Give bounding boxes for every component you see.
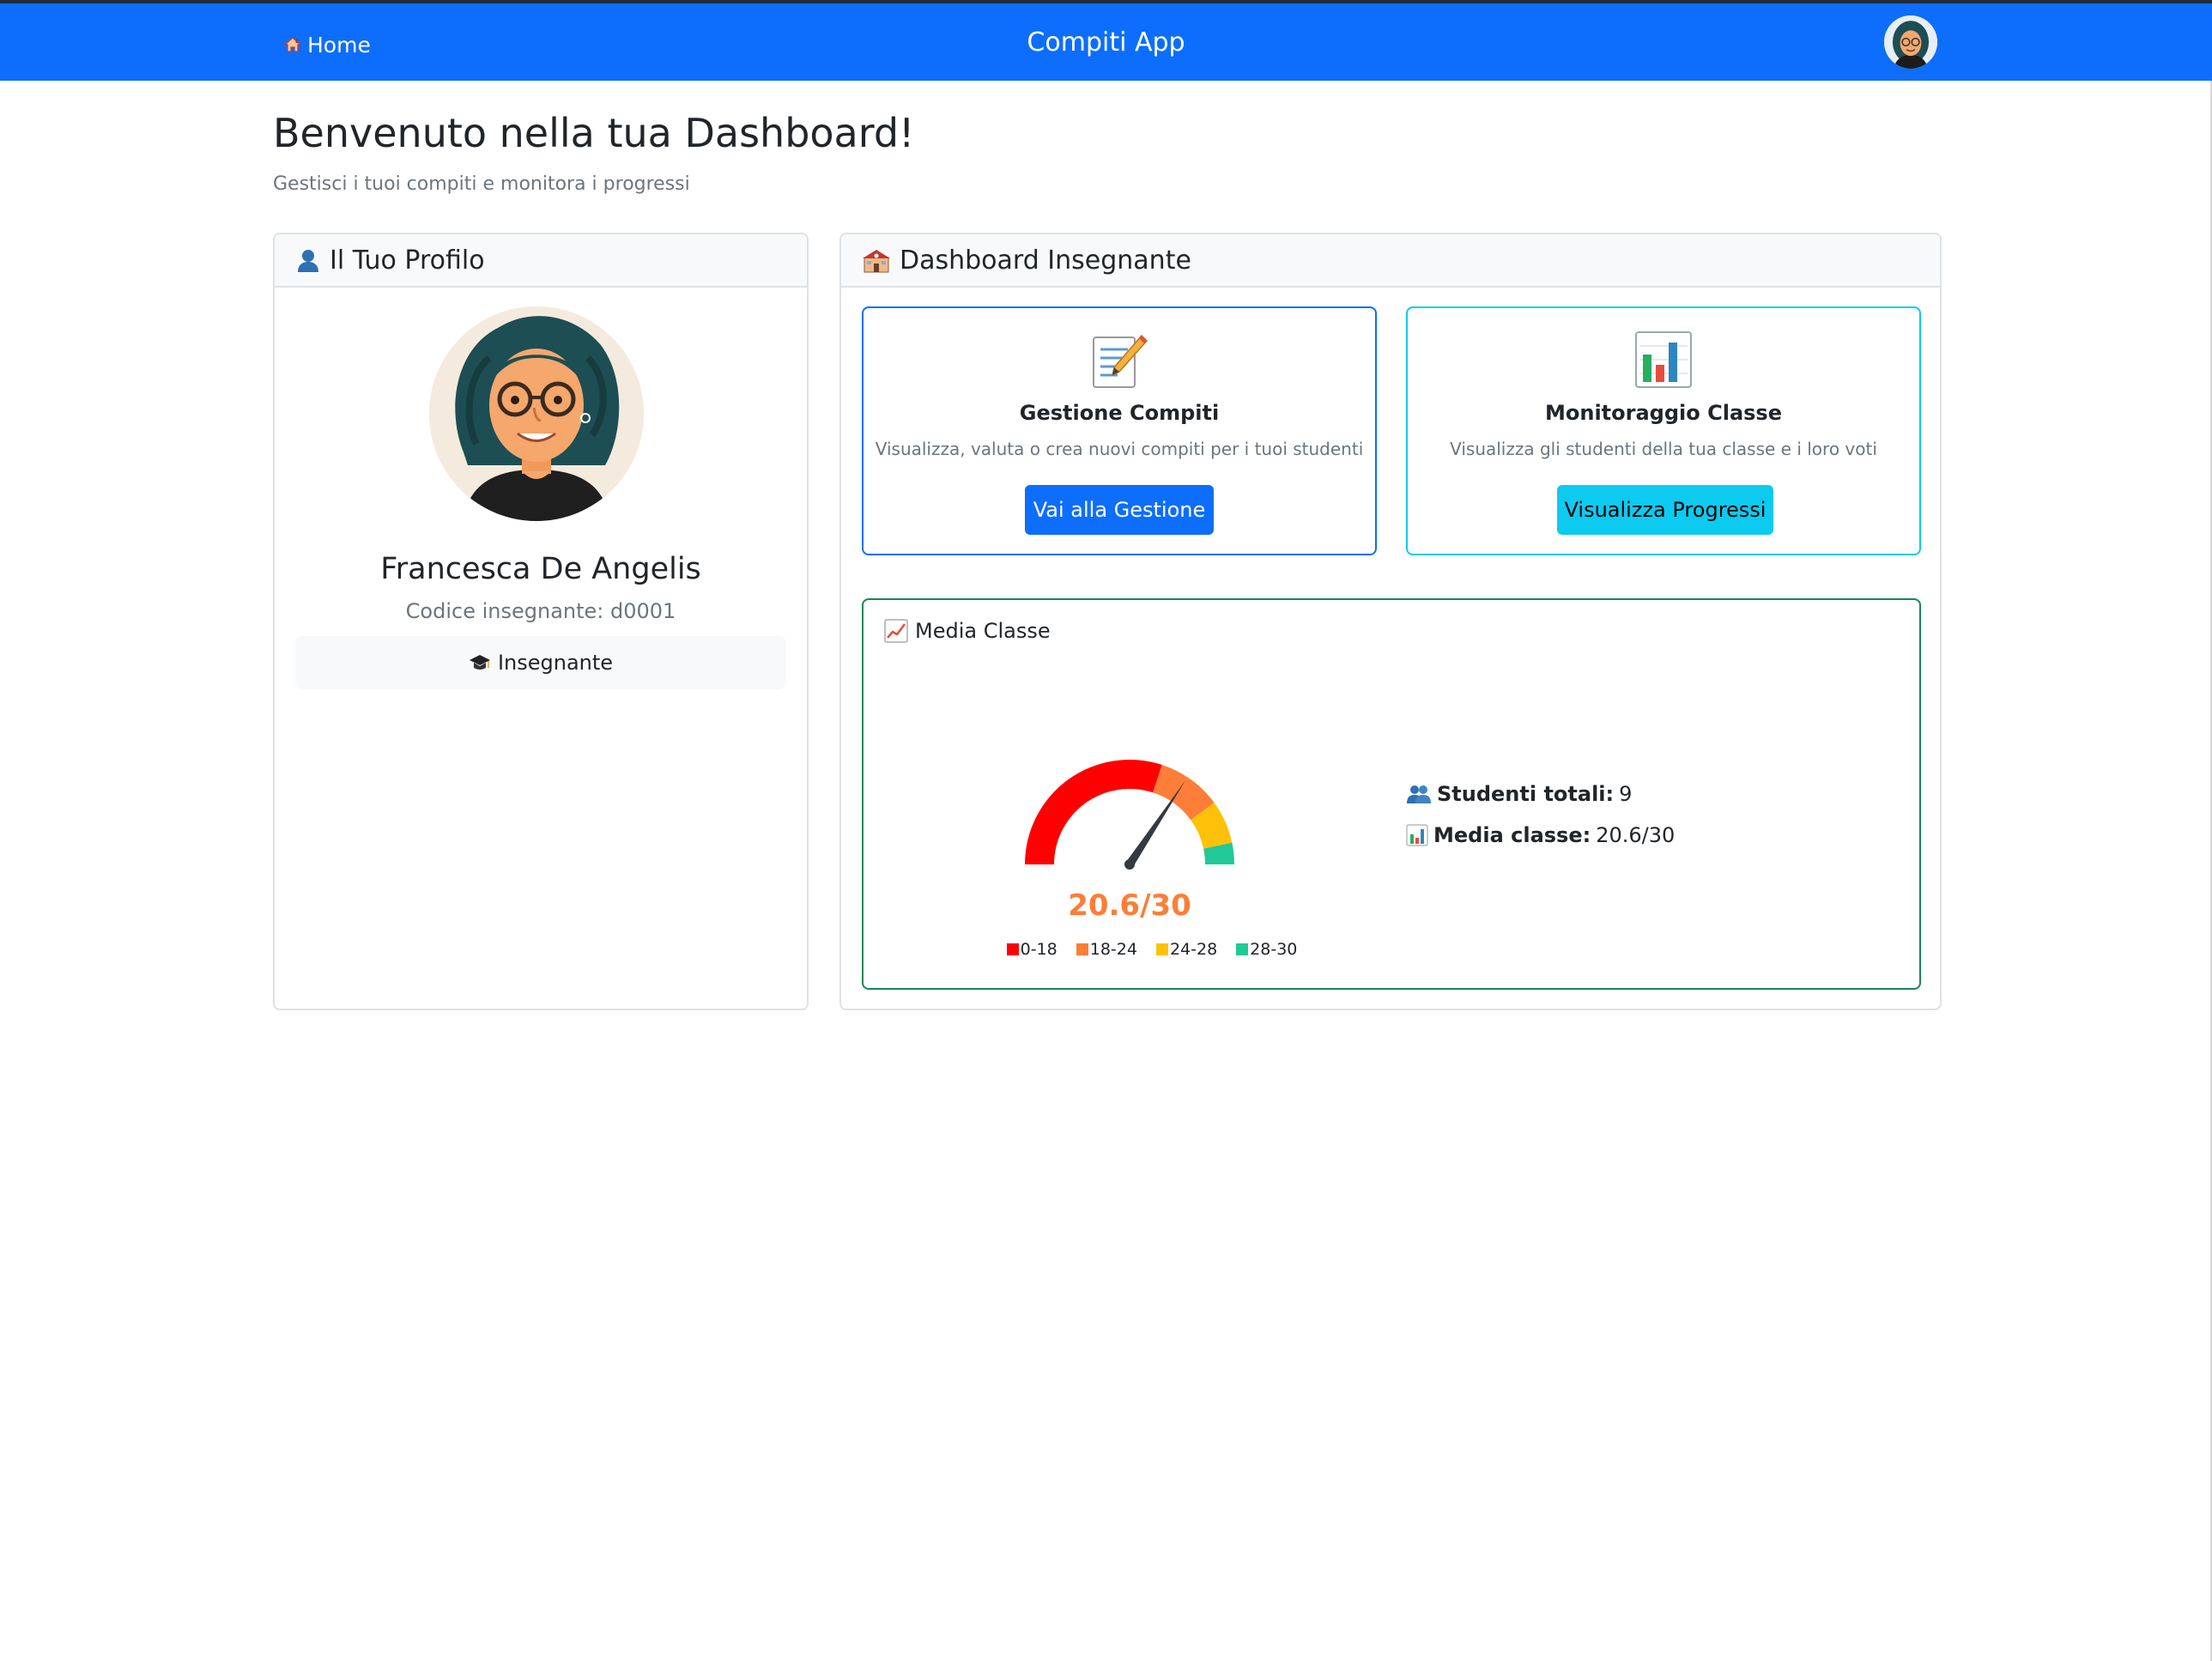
legend-item-18-24: 18-24	[1076, 940, 1137, 959]
media-classe-label: Media classe:	[1433, 823, 1591, 847]
home-label: Home	[307, 32, 371, 58]
profile-card-header: Il Tuo Profilo	[275, 234, 807, 288]
gestione-compiti-card: Gestione Compiti Visualizza, valuta o cr…	[862, 306, 1377, 555]
legend-label: 28-30	[1250, 940, 1298, 959]
monitoraggio-classe-card: Monitoraggio Classe Visualizza gli stude…	[1406, 306, 1921, 555]
legend-swatch	[1155, 943, 1168, 955]
page-subtitle: Gestisci i tuoi compiti e monitora i pro…	[273, 173, 690, 195]
gauge-legend: 0-18 18-24 24-28 28-30	[980, 940, 1324, 959]
legend-item-24-28: 24-28	[1155, 940, 1218, 959]
role-label: Insegnante	[497, 651, 614, 675]
media-classe-heading: Media Classe	[884, 619, 1051, 643]
legend-label: 18-24	[1089, 940, 1137, 959]
chart-increasing-icon	[884, 619, 908, 643]
legend-swatch	[1006, 943, 1019, 955]
visualizza-progressi-button[interactable]: Visualizza Progressi	[1557, 485, 1773, 535]
media-classe-value: 20.6/30	[1596, 823, 1676, 847]
people-icon	[1407, 785, 1431, 803]
teacher-dashboard-title: Dashboard Insegnante	[900, 245, 1191, 276]
page-title: Benvenuto nella tua Dashboard!	[273, 110, 915, 156]
legend-swatch	[1236, 943, 1249, 955]
profile-avatar	[429, 306, 644, 521]
profile-card: Il Tuo Profilo Francesca De Angelis Codi…	[273, 233, 809, 1010]
studenti-totali-label: Studenti totali:	[1437, 782, 1615, 806]
legend-label: 0-18	[1020, 940, 1058, 959]
teacher-name: Francesca De Angelis	[380, 552, 701, 586]
teacher-code: Codice insegnante: d0001	[405, 599, 676, 623]
navbar: Home Compiti App	[0, 3, 2212, 81]
stat-studenti-totali: Studenti totali: 9	[1406, 773, 1675, 815]
graduation-cap-icon	[469, 655, 490, 670]
gauge-needle-hub	[1124, 859, 1135, 870]
studenti-totali-value: 9	[1619, 782, 1633, 806]
class-stats: Studenti totali: 9 Media classe: 20.6/30	[1406, 773, 1675, 856]
legend-swatch	[1076, 943, 1088, 955]
gestione-description: Visualizza, valuta o crea nuovi compiti …	[875, 439, 1364, 459]
legend-label: 24-28	[1169, 940, 1218, 959]
gauge-value-label: 20.6/30	[1068, 888, 1191, 923]
bar-chart-icon	[1406, 824, 1428, 846]
memo-icon	[1093, 334, 1148, 388]
avatar-image	[1884, 15, 1937, 69]
media-classe-title: Media Classe	[915, 619, 1051, 643]
legend-item-0-18: 0-18	[1006, 940, 1058, 959]
monitoraggio-description: Visualizza gli studenti della tua classe…	[1450, 439, 1877, 459]
role-badge: Insegnante	[295, 636, 786, 689]
monitoraggio-title: Monitoraggio Classe	[1545, 401, 1782, 425]
teacher-dashboard-card: Dashboard Insegnante Gestione Compiti Vi…	[839, 233, 1942, 1010]
user-icon	[298, 250, 318, 272]
stat-media-classe: Media classe: 20.6/30	[1406, 815, 1675, 856]
school-icon	[863, 250, 890, 273]
media-classe-card: Media Classe 20.6/30 0-18 18-24 24-28 28-30…	[862, 598, 1921, 990]
class-average-gauge	[1025, 760, 1234, 870]
legend-item-28-30: 28-30	[1236, 940, 1297, 959]
vai-alla-gestione-button[interactable]: Vai alla Gestione	[1025, 485, 1214, 535]
user-avatar[interactable]	[1884, 15, 1937, 69]
home-icon	[283, 37, 302, 52]
bar-chart-icon	[1635, 331, 1692, 388]
teacher-dashboard-header: Dashboard Insegnante	[841, 234, 1940, 288]
profile-card-title: Il Tuo Profilo	[330, 245, 485, 276]
home-link[interactable]: Home	[283, 27, 371, 62]
profile-avatar-image	[429, 306, 644, 521]
gestione-title: Gestione Compiti	[1019, 401, 1220, 425]
